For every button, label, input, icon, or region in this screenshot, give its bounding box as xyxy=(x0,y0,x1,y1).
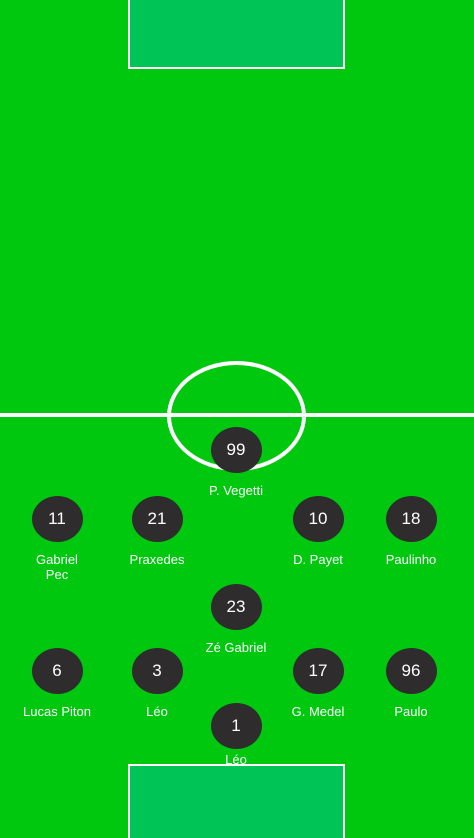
player-number-token[interactable]: 6 xyxy=(31,648,83,694)
player-name: Gabriel Pec xyxy=(36,552,78,582)
player-name: D. Payet xyxy=(293,552,343,567)
player-card[interactable]: 21 Praxedes xyxy=(107,496,207,567)
player-name: Léo xyxy=(225,752,247,767)
player-number-token[interactable]: 23 xyxy=(210,584,262,630)
player-number-token[interactable]: 11 xyxy=(31,496,83,542)
player-card[interactable]: 96 Paulo xyxy=(361,648,461,719)
player-name: Praxedes xyxy=(129,552,185,567)
player-number-token[interactable]: 99 xyxy=(210,427,262,473)
player-number-token[interactable]: 21 xyxy=(131,496,183,542)
player-card[interactable]: 23 Zé Gabriel xyxy=(186,584,286,655)
player-card[interactable]: 6 Lucas Piton xyxy=(7,648,107,719)
football-pitch: 99 P. Vegetti 11 Gabriel Pec 21 Praxedes… xyxy=(0,0,474,838)
player-card[interactable]: 10 D. Payet xyxy=(268,496,368,567)
player-number-token[interactable]: 18 xyxy=(385,496,437,542)
player-name: Paulinho xyxy=(385,552,437,567)
player-number-token[interactable]: 96 xyxy=(385,648,437,694)
player-card[interactable]: 1 Léo xyxy=(186,703,286,767)
player-card[interactable]: 11 Gabriel Pec xyxy=(7,496,107,582)
player-card[interactable]: 18 Paulinho xyxy=(361,496,461,567)
player-number-token[interactable]: 3 xyxy=(131,648,183,694)
player-card[interactable]: 99 P. Vegetti xyxy=(186,427,286,498)
player-name: Lucas Piton xyxy=(23,704,91,719)
player-name: Paulo xyxy=(394,704,428,719)
bottom-penalty-box xyxy=(128,764,345,838)
player-number-token[interactable]: 10 xyxy=(292,496,344,542)
top-penalty-box xyxy=(128,0,345,69)
player-number-token[interactable]: 17 xyxy=(292,648,344,694)
player-number-token[interactable]: 1 xyxy=(210,703,262,749)
